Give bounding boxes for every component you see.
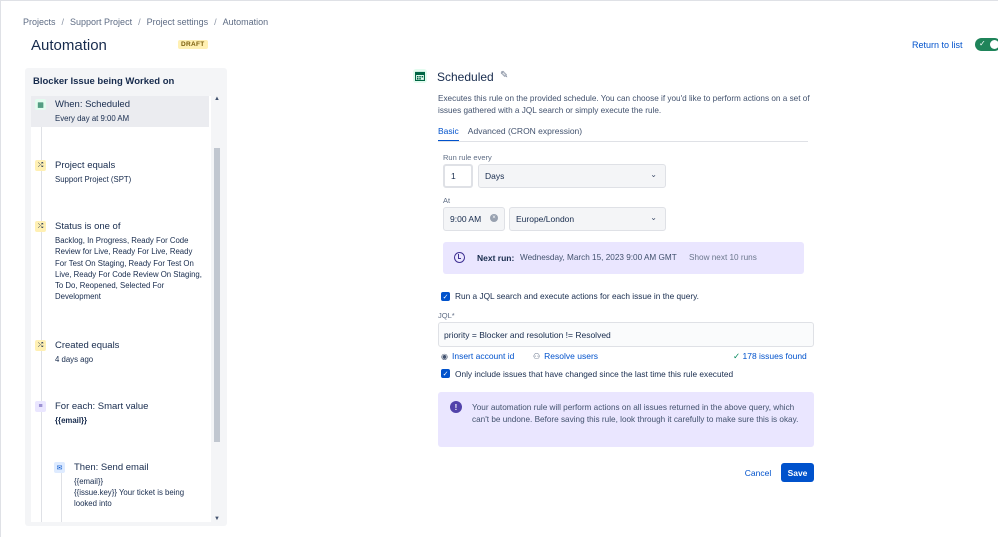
exclamation-icon: ! (450, 401, 462, 413)
next-run-label: Next run: (477, 253, 515, 263)
rule-step-created-condition[interactable]: ⤮ Created equals 4 days ago (31, 337, 209, 369)
step-title: Project equals (55, 160, 116, 171)
next-run-value: Wednesday, March 15, 2023 9:00 AM GMT (520, 253, 677, 262)
page-title: Automation (31, 37, 107, 54)
next-run-panel: Next run: Wednesday, March 15, 2023 9:00… (443, 242, 804, 274)
rule-name: Blocker Issue being Worked on (33, 76, 175, 87)
left-border (0, 0, 1, 537)
pencil-icon[interactable]: ✎ (500, 70, 508, 81)
user-icon: ◉ (441, 351, 448, 361)
interval-unit-value: Days (485, 171, 505, 181)
resolve-users-link[interactable]: ⚇ Resolve users (533, 351, 598, 361)
breadcrumb: Projects / Support Project / Project set… (23, 17, 268, 27)
jql-label-text: JQL (438, 311, 452, 320)
step-desc: {{email}} (74, 477, 104, 486)
users-icon: ⚇ (533, 351, 541, 361)
rule-step-for-each[interactable]: ≡ For each: Smart value {{email}} (31, 398, 209, 430)
required-marker: * (451, 311, 455, 320)
rule-step-project-condition[interactable]: ⤮ Project equals Support Project (SPT) (31, 157, 209, 189)
insert-account-id-label: Insert account id (451, 351, 515, 361)
rule-panel: Blocker Issue being Worked on ▦ When: Sc… (25, 68, 227, 526)
top-border (0, 0, 998, 1)
draft-badge: DRAFT (178, 40, 208, 49)
trigger-title: Scheduled (437, 70, 494, 84)
clear-icon[interactable]: × (490, 214, 498, 222)
tab-basic[interactable]: Basic (438, 126, 459, 142)
chevron-down-icon: ⌄ (650, 170, 657, 179)
save-button[interactable]: Save (781, 463, 814, 482)
only-changed-checkbox[interactable]: ✓ (441, 369, 450, 378)
issues-found-link[interactable]: ✓ 178 issues found (733, 351, 807, 362)
clock-icon (454, 252, 465, 263)
breadcrumb-project-settings[interactable]: Project settings (147, 17, 209, 27)
email-icon: ✉ (54, 462, 65, 473)
return-to-list-link[interactable]: Return to list (912, 40, 963, 50)
jql-search-checkbox[interactable]: ✓ (441, 292, 450, 301)
only-changed-checkbox-label: Only include issues that have changed si… (455, 369, 734, 379)
rule-step-trigger[interactable]: ▦ When: Scheduled Every day at 9:00 AM (31, 96, 209, 127)
step-title: Status is one of (55, 221, 121, 232)
breadcrumb-separator: / (214, 17, 217, 27)
warning-panel: ! Your automation rule will perform acti… (438, 392, 814, 447)
step-title: For each: Smart value (55, 401, 149, 412)
step-title: Then: Send email (74, 462, 149, 473)
tab-advanced[interactable]: Advanced (CRON expression) (468, 126, 582, 142)
step-title: Created equals (55, 340, 120, 351)
condition-icon: ⤮ (35, 221, 46, 232)
jql-input[interactable]: priority = Blocker and resolution != Res… (438, 322, 814, 347)
step-desc: 4 days ago (55, 355, 94, 364)
rule-list-scrollbar[interactable]: ▲ ▼ (212, 96, 222, 522)
breadcrumb-separator: / (138, 17, 141, 27)
at-label: At (443, 196, 451, 205)
branch-icon: ≡ (35, 401, 46, 412)
step-desc: Every day at 9:00 AM (55, 114, 130, 123)
schedule-tabs: Basic Advanced (CRON expression) (438, 126, 582, 142)
breadcrumb-projects[interactable]: Projects (23, 17, 56, 27)
rule-steps-list: ▦ When: Scheduled Every day at 9:00 AM ⤮… (31, 96, 211, 522)
step-desc-2: {{issue.key}} Your ticket is being looke… (74, 488, 185, 509)
time-value: 9:00 AM (450, 214, 482, 224)
breadcrumb-support-project[interactable]: Support Project (70, 17, 132, 27)
jql-search-checkbox-label: Run a JQL search and execute actions for… (455, 291, 699, 301)
condition-icon: ⤮ (35, 340, 46, 351)
rule-step-status-condition[interactable]: ⤮ Status is one of Backlog, In Progress,… (31, 218, 209, 308)
step-title: When: Scheduled (55, 99, 130, 110)
breadcrumb-separator: / (61, 17, 65, 27)
toggle-knob (990, 40, 998, 49)
calendar-icon: ▦ (35, 99, 46, 110)
scroll-thumb[interactable] (214, 148, 220, 442)
condition-icon: ⤮ (35, 160, 46, 171)
insert-account-id-link[interactable]: ◉ Insert account id (441, 351, 514, 361)
rule-step-send-email[interactable]: ✉ Then: Send email {{email}} {{issue.key… (50, 459, 211, 519)
interval-input[interactable]: 1 (443, 164, 473, 188)
interval-unit-select[interactable]: Days ⌄ (478, 164, 666, 188)
cancel-button[interactable]: Cancel (738, 464, 778, 482)
time-input[interactable]: 9:00 AM × (443, 207, 505, 231)
tabs-divider (438, 141, 808, 142)
calendar-icon (413, 69, 427, 83)
step-desc: {{email}} (55, 416, 88, 425)
trigger-description: Executes this rule on the provided sched… (438, 94, 810, 115)
check-icon: ✓ (979, 39, 986, 48)
show-next-runs-link[interactable]: Show next 10 runs (689, 253, 757, 262)
timezone-value: Europe/London (516, 214, 575, 224)
scroll-up-icon[interactable]: ▲ (214, 96, 220, 102)
jql-label: JQL* (438, 311, 455, 320)
timezone-select[interactable]: Europe/London ⌄ (509, 207, 666, 231)
chevron-down-icon: ⌄ (650, 213, 657, 222)
issues-found-label: 178 issues found (742, 351, 807, 361)
breadcrumb-automation[interactable]: Automation (223, 17, 269, 27)
run-rule-every-label: Run rule every (443, 153, 492, 162)
step-desc: Support Project (SPT) (55, 175, 132, 184)
step-desc: Backlog, In Progress, Ready For Code Rev… (55, 236, 202, 302)
scroll-down-icon[interactable]: ▼ (214, 516, 220, 522)
resolve-users-label: Resolve users (544, 351, 599, 361)
warning-text: Your automation rule will perform action… (472, 403, 799, 425)
rule-enabled-toggle[interactable]: ✓ (975, 38, 998, 51)
check-icon: ✓ (733, 351, 741, 361)
